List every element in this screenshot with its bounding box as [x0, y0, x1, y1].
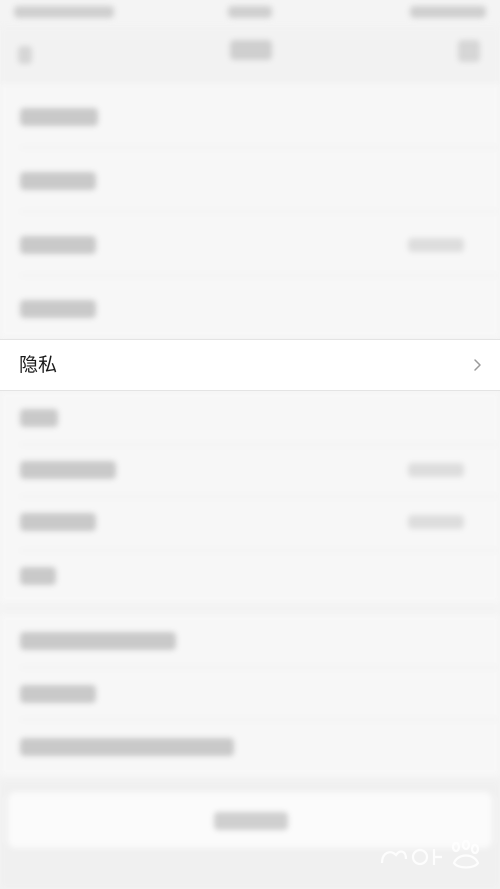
back-icon[interactable]	[18, 46, 32, 64]
settings-row[interactable]	[0, 212, 500, 276]
row-label	[20, 236, 96, 254]
status-time	[228, 6, 272, 18]
row-label	[20, 108, 98, 126]
row-label	[20, 567, 56, 585]
row-label	[20, 632, 176, 650]
row-label	[20, 409, 58, 427]
row-label	[20, 738, 234, 756]
settings-row[interactable]	[0, 391, 500, 445]
row-value	[408, 515, 464, 529]
page-title	[230, 40, 272, 60]
settings-row[interactable]	[0, 148, 500, 212]
status-bar	[0, 0, 500, 26]
row-label	[20, 685, 96, 703]
privacy-row[interactable]: 隐私	[0, 339, 500, 391]
row-label	[20, 513, 96, 531]
battery-indicator	[410, 6, 486, 18]
settings-row[interactable]	[0, 614, 500, 668]
row-label	[20, 172, 96, 190]
carrier-signal	[14, 6, 114, 18]
more-icon[interactable]	[458, 40, 480, 62]
settings-row[interactable]	[0, 84, 500, 148]
settings-row[interactable]	[0, 276, 500, 338]
row-value	[408, 463, 464, 477]
row-label	[20, 300, 96, 318]
settings-row[interactable]	[0, 551, 500, 603]
settings-row[interactable]	[0, 668, 500, 720]
button-label	[214, 812, 288, 830]
privacy-label: 隐私	[19, 354, 58, 376]
settings-row[interactable]	[0, 445, 500, 497]
settings-row[interactable]	[0, 497, 500, 551]
row-label	[20, 461, 116, 479]
chevron-right-icon	[474, 359, 481, 371]
settings-row[interactable]	[0, 720, 500, 776]
settings-screen: 隐私	[0, 0, 500, 889]
nav-bar	[0, 26, 500, 84]
baidu-jingyan-logo	[380, 839, 480, 869]
row-value	[408, 238, 464, 252]
